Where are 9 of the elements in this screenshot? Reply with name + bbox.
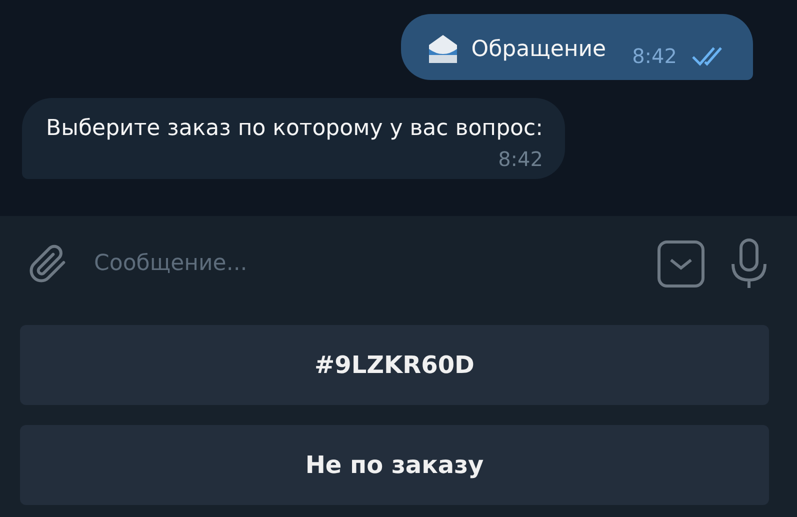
microphone-icon[interactable] bbox=[729, 238, 769, 290]
message-time: 8:42 bbox=[632, 44, 677, 68]
reply-button[interactable]: #9LZKR60D bbox=[20, 325, 769, 405]
keyboard-toggle-icon[interactable] bbox=[657, 240, 705, 288]
reply-button[interactable]: Не по заказу bbox=[20, 425, 769, 505]
message-text: Выберите заказ по которому у вас вопрос: bbox=[46, 116, 543, 141]
message-text: Обращение bbox=[471, 36, 606, 62]
message-time: 8:42 bbox=[498, 147, 543, 171]
message-input[interactable]: Сообщение... bbox=[92, 250, 633, 278]
